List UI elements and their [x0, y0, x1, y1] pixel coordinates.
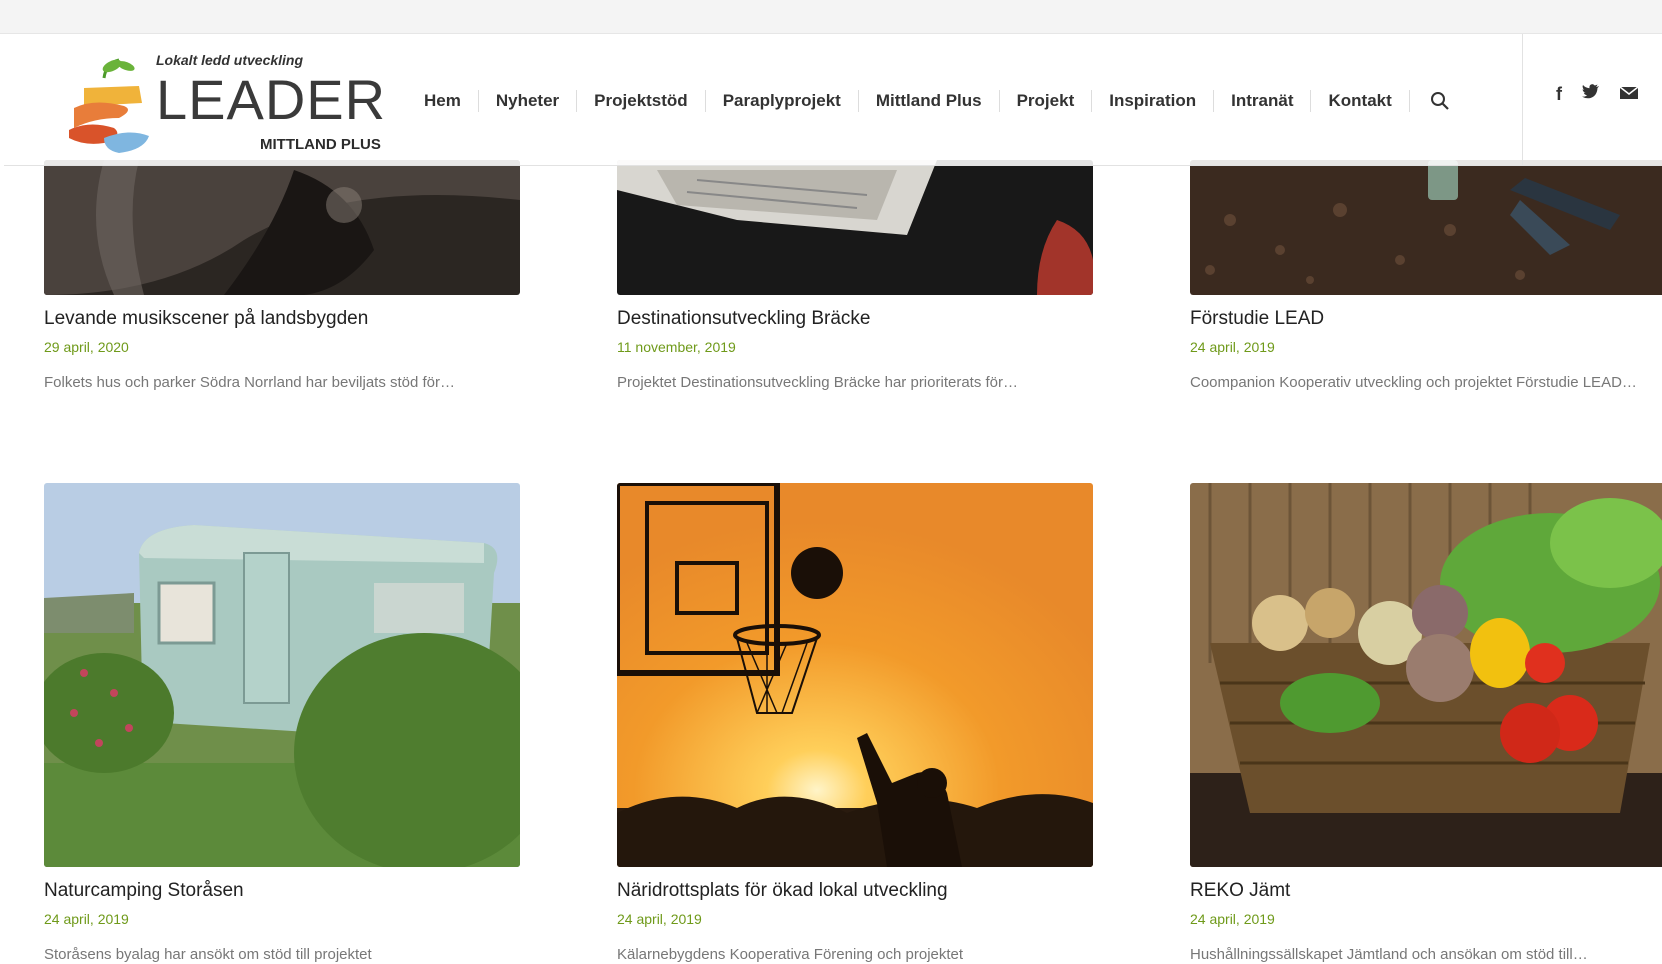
post-excerpt: Folkets hus och parker Södra Norrland ha…	[44, 374, 456, 391]
mail-icon[interactable]	[1619, 84, 1639, 105]
post-title[interactable]: Destinationsutveckling Bräcke	[617, 308, 1093, 330]
nav-item-projekt[interactable]: Projekt	[998, 90, 1092, 112]
post-thumbnail[interactable]	[44, 160, 520, 295]
logo-wordmark: LEADER	[156, 68, 387, 131]
post-thumbnail[interactable]	[617, 483, 1093, 867]
nav-item-inspiration[interactable]: Inspiration	[1091, 90, 1213, 112]
post-excerpt: Kälarnebygdens Kooperativa Förening och …	[617, 946, 964, 963]
facebook-icon[interactable]: f	[1556, 84, 1562, 105]
post-thumbnail[interactable]	[1190, 160, 1662, 295]
twitter-icon[interactable]	[1582, 84, 1600, 105]
nav-item-mittland-plus[interactable]: Mittland Plus	[857, 90, 999, 112]
post-thumbnail[interactable]	[1190, 483, 1662, 867]
logo-subtitle: MITTLAND PLUS	[260, 136, 381, 153]
post-date: 24 april, 2019	[1190, 339, 1275, 355]
social-links: f	[1556, 84, 1639, 105]
nav-item-nyheter[interactable]: Nyheter	[477, 90, 576, 112]
post-date: 24 april, 2019	[617, 911, 702, 927]
social-divider	[1522, 34, 1523, 166]
post-date: 29 april, 2020	[44, 339, 129, 355]
post-title[interactable]: Levande musikscener på landsbygden	[44, 308, 520, 330]
post-card[interactable]: Näridrottsplats för ökad lokal utvecklin…	[617, 483, 1093, 964]
nav-item-hem[interactable]: Hem	[404, 90, 478, 112]
search-icon[interactable]	[1408, 90, 1470, 112]
post-date: 24 april, 2019	[1190, 911, 1275, 927]
post-title[interactable]: REKO Jämt	[1190, 880, 1662, 902]
logo-tagline: Lokalt ledd utveckling	[156, 52, 304, 68]
nav-item-projektstod[interactable]: Projektstöd	[576, 90, 705, 112]
post-thumbnail[interactable]	[44, 483, 520, 867]
post-card[interactable]: Destinationsutveckling Bräcke 11 novembe…	[617, 160, 1093, 397]
nav-item-kontakt[interactable]: Kontakt	[1310, 90, 1408, 112]
post-card[interactable]: Levande musikscener på landsbygden 29 ap…	[44, 160, 520, 397]
post-card[interactable]: REKO Jämt 24 april, 2019 Hushållningssäl…	[1190, 483, 1662, 964]
post-excerpt: Projektet Destinationsutveckling Bräcke …	[617, 374, 1019, 391]
post-excerpt: Storåsens byalag har ansökt om stöd till…	[44, 946, 372, 963]
post-excerpt: Coompanion Kooperativ utveckling och pro…	[1190, 374, 1637, 391]
post-excerpt: Hushållningssällskapet Jämtland och ansö…	[1190, 946, 1588, 963]
post-title[interactable]: Naturcamping Storåsen	[44, 880, 520, 902]
nav-item-paraplyprojekt[interactable]: Paraplyprojekt	[704, 90, 858, 112]
post-card[interactable]: Förstudie LEAD 24 april, 2019 Coompanion…	[1190, 160, 1662, 397]
browser-top-strip	[0, 0, 1662, 34]
post-thumbnail[interactable]	[617, 160, 1093, 295]
post-date: 11 november, 2019	[617, 339, 736, 355]
main-nav: Hem Nyheter Projektstöd Paraplyprojekt M…	[404, 82, 1470, 120]
post-date: 24 april, 2019	[44, 911, 129, 927]
site-logo[interactable]: Lokalt ledd utveckling LEADER MITTLAND P…	[64, 44, 394, 159]
nav-item-intranat[interactable]: Intranät	[1213, 90, 1310, 112]
site-header: Lokalt ledd utveckling LEADER MITTLAND P…	[4, 34, 1662, 166]
leader-logo-icon	[69, 58, 149, 153]
post-card[interactable]: Naturcamping Storåsen 24 april, 2019 Sto…	[44, 483, 520, 964]
post-title[interactable]: Förstudie LEAD	[1190, 308, 1662, 330]
post-title[interactable]: Näridrottsplats för ökad lokal utvecklin…	[617, 880, 1093, 902]
